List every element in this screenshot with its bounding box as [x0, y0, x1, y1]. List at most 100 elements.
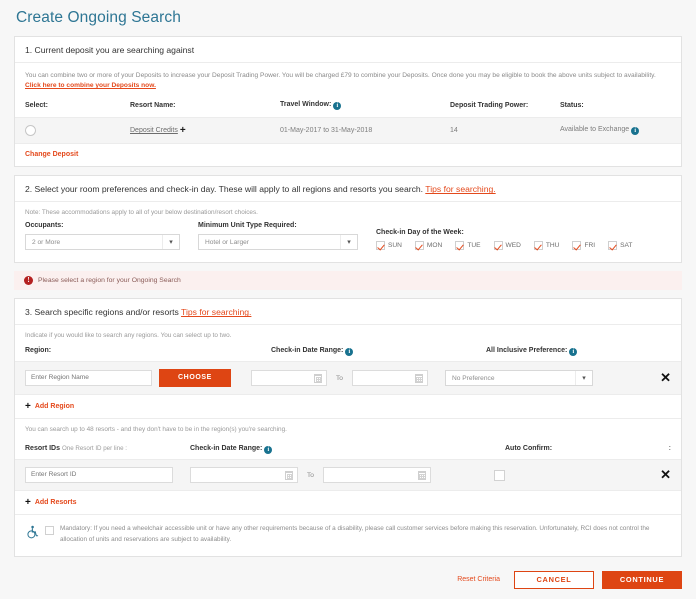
col-resort-name: Resort Name: — [130, 102, 176, 110]
checkbox-icon-tue[interactable] — [455, 241, 465, 251]
calendar-icon-region-from[interactable] — [314, 374, 322, 384]
add-region-button[interactable]: + Add Region — [15, 395, 681, 418]
col-select: Select: — [25, 102, 48, 110]
region-input[interactable] — [25, 370, 152, 387]
day-checkbox-sun[interactable]: SUN — [376, 241, 402, 251]
tips-for-searching-link-3[interactable]: Tips for searching. — [181, 307, 251, 317]
wheelchair-icon — [27, 526, 39, 539]
unit-type-select[interactable]: Hotel or Larger ▾ — [198, 234, 358, 251]
chevron-down-icon-unit-type[interactable]: ▾ — [340, 235, 357, 250]
checkbox-icon-mon[interactable] — [414, 241, 424, 251]
page-root: Create Ongoing Search 1. Current deposit… — [0, 0, 696, 595]
all-inclusive-value: No Preference — [451, 375, 495, 383]
checkin-day-label: Check-in Day of the Week: — [376, 229, 464, 237]
deposit-radio[interactable] — [25, 125, 36, 137]
chevron-down-icon-all-inclusive[interactable]: ▾ — [574, 371, 592, 386]
calendar-icon-resort-from[interactable] — [285, 471, 293, 481]
remove-resort-icon[interactable]: ✕ — [660, 468, 671, 481]
info-icon-resort-checkin[interactable]: i — [264, 446, 273, 455]
error-message-bar: ! Please select a region for your Ongoin… — [14, 271, 682, 291]
add-resorts-button[interactable]: + Add Resorts — [15, 491, 681, 514]
continue-button[interactable]: CONTINUE — [602, 570, 682, 589]
resort-checkin-from-input[interactable] — [190, 467, 298, 484]
tips-for-searching-link-2[interactable]: Tips for searching. — [425, 184, 495, 194]
change-deposit-link[interactable]: Change Deposit — [15, 144, 681, 166]
plus-icon-add-region: + — [25, 401, 31, 413]
deposit-resort-cell: Deposit Credits + — [130, 125, 280, 135]
deposit-table-header: Select: Resort Name: Travel Window: i Dep… — [15, 98, 681, 117]
checkin-days-field: Check-in Day of the Week: SUN MON TUE WE… — [376, 229, 633, 251]
combine-deposits-link[interactable]: Click here to combine your Deposits now. — [25, 82, 156, 89]
remove-region-icon[interactable]: ✕ — [660, 371, 671, 384]
all-inclusive-label: All Inclusive Preference: — [486, 347, 568, 355]
all-inclusive-select[interactable]: No Preference ▾ — [444, 370, 593, 387]
checkbox-icon-wed[interactable] — [493, 241, 503, 251]
occupants-label: Occupants: — [25, 222, 64, 230]
section-current-deposit: 1. Current deposit you are searching aga… — [14, 36, 682, 168]
checkbox-icon-sat[interactable] — [608, 241, 618, 251]
info-icon-checkin-range[interactable]: i — [345, 348, 354, 357]
checkbox-icon-thu[interactable] — [533, 241, 543, 251]
resort-id-input[interactable] — [25, 467, 173, 484]
section1-intro: You can combine two or more of your Depo… — [15, 63, 681, 98]
day-label-sun: SUN — [388, 242, 402, 250]
deposit-credits-link[interactable]: Deposit Credits — [130, 127, 178, 134]
deposit-status-label: Available to Exchange — [560, 126, 630, 134]
plus-icon-add-resorts: + — [25, 497, 31, 509]
all-inclusive-header: All Inclusive Preference: i — [486, 347, 671, 357]
chevron-down-icon-occupants[interactable]: ▾ — [162, 235, 179, 250]
deposit-select-cell — [25, 125, 130, 137]
day-checkbox-mon[interactable]: MON — [414, 241, 443, 251]
calendar-icon-resort-to[interactable] — [417, 471, 426, 481]
day-checkbox-wed[interactable]: WED — [493, 241, 521, 251]
day-label-mon: MON — [426, 242, 443, 250]
info-icon-all-inclusive[interactable]: i — [569, 348, 578, 357]
checkin-range-header: Check-in Date Range: i — [271, 347, 486, 357]
region-column-headers: Region: Check-in Date Range: i All Inclus… — [15, 343, 681, 361]
day-label-sat: SAT — [620, 242, 633, 250]
info-icon-status[interactable]: i — [631, 127, 640, 136]
unit-type-label: Minimum Unit Type Required: — [198, 222, 297, 230]
day-checkbox-fri[interactable]: FRI — [572, 241, 595, 251]
checkbox-icon-sun[interactable] — [376, 241, 385, 251]
plus-icon[interactable]: + — [180, 125, 186, 135]
day-checkbox-thu[interactable]: THU — [533, 241, 559, 251]
region-checkin-to-input[interactable] — [351, 370, 428, 387]
col-status: Status: — [560, 102, 584, 110]
info-icon-travel-window[interactable]: i — [333, 102, 342, 111]
section2-heading: 2. Select your room preferences and chec… — [15, 176, 681, 203]
deposit-status: Available to Exchange i — [560, 126, 671, 136]
resort-checkin-to-input[interactable] — [322, 467, 431, 484]
resort-ids-sub: One Resort ID per line : — [61, 445, 127, 453]
unit-type-value: Hotel or Larger — [205, 239, 249, 247]
region-checkin-from-input[interactable] — [251, 370, 327, 387]
section-room-preferences: 2. Select your room preferences and chec… — [14, 175, 682, 264]
footer-actions: Reset Criteria CANCEL CONTINUE — [14, 565, 682, 599]
mandatory-text: Mandatory: If you need a wheelchair acce… — [60, 525, 650, 543]
resort-options-icon[interactable]: : — [669, 445, 671, 454]
auto-confirm-checkbox[interactable] — [493, 469, 505, 481]
section3-heading-text: 3. Search specific regions and/or resort… — [25, 307, 182, 318]
reset-criteria-link[interactable]: Reset Criteria — [457, 576, 500, 583]
cancel-button[interactable]: CANCEL — [514, 570, 594, 589]
col-travel-window-label: Travel Window: — [280, 101, 332, 109]
day-label-tue: TUE — [467, 242, 481, 250]
calendar-icon-region-to[interactable] — [414, 374, 423, 384]
error-message-text: Please select a region for your Ongoing … — [38, 277, 181, 285]
occupants-select[interactable]: 2 or More ▾ — [25, 234, 180, 251]
day-checkbox-sat[interactable]: SAT — [608, 241, 633, 251]
checkbox-icon-fri[interactable] — [572, 241, 582, 251]
auto-confirm-label: Auto Confirm: — [505, 445, 553, 453]
resort-checkin-header: Check-in Date Range: i — [190, 445, 505, 455]
resort-to-label: To — [307, 471, 314, 479]
day-checkbox-tue[interactable]: TUE — [455, 241, 481, 251]
region-note: Indicate if you would like to search any… — [25, 332, 232, 340]
choose-button[interactable]: CHOOSE — [159, 369, 231, 388]
mandatory-checkbox[interactable] — [45, 526, 54, 536]
add-resorts-label: Add Resorts — [34, 499, 77, 507]
section2-note: Note: These accommodations apply to all … — [25, 209, 258, 217]
section1-heading: 1. Current deposit you are searching aga… — [15, 37, 681, 63]
resort-row: To ✕ — [15, 459, 681, 492]
col-travel-window: Travel Window: i — [280, 101, 450, 111]
occupants-value: 2 or More — [32, 239, 61, 247]
